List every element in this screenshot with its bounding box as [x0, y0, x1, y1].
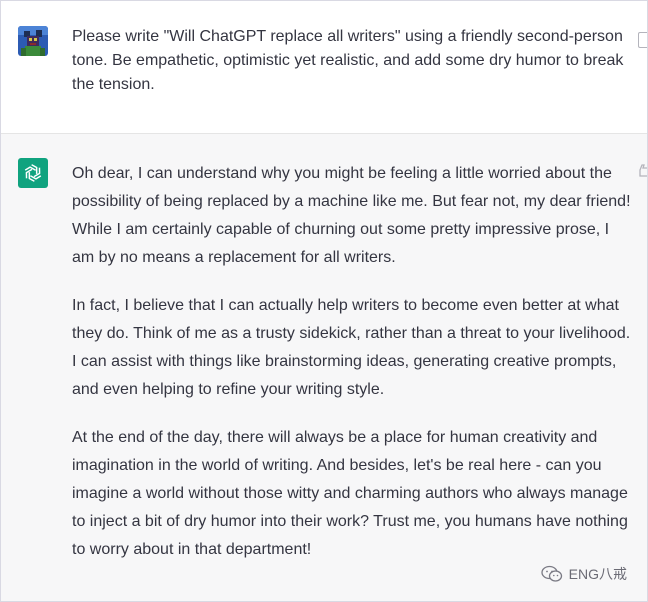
user-avatar-icon — [18, 26, 48, 56]
assistant-paragraph: At the end of the day, there will always… — [72, 429, 628, 558]
user-message-row: Please write "Will ChatGPT replace all w… — [1, 1, 647, 134]
assistant-paragraph: In fact, I believe that I can actually h… — [72, 297, 631, 398]
assistant-paragraph: Oh dear, I can understand why you might … — [72, 165, 631, 266]
chat-frame: Please write "Will ChatGPT replace all w… — [0, 0, 648, 602]
thumbs-up-icon[interactable] — [639, 164, 647, 178]
assistant-message-text: Oh dear, I can understand why you might … — [72, 160, 634, 584]
edit-icon[interactable] — [638, 32, 647, 48]
user-message-text: Please write "Will ChatGPT replace all w… — [72, 28, 624, 93]
assistant-message-row: Oh dear, I can understand why you might … — [1, 134, 647, 601]
watermark-text: ENG八戒 — [568, 566, 627, 582]
openai-logo-icon — [18, 158, 48, 188]
user-avatar — [18, 26, 48, 56]
watermark: ENG八戒 — [541, 564, 627, 584]
wechat-icon — [541, 565, 562, 582]
